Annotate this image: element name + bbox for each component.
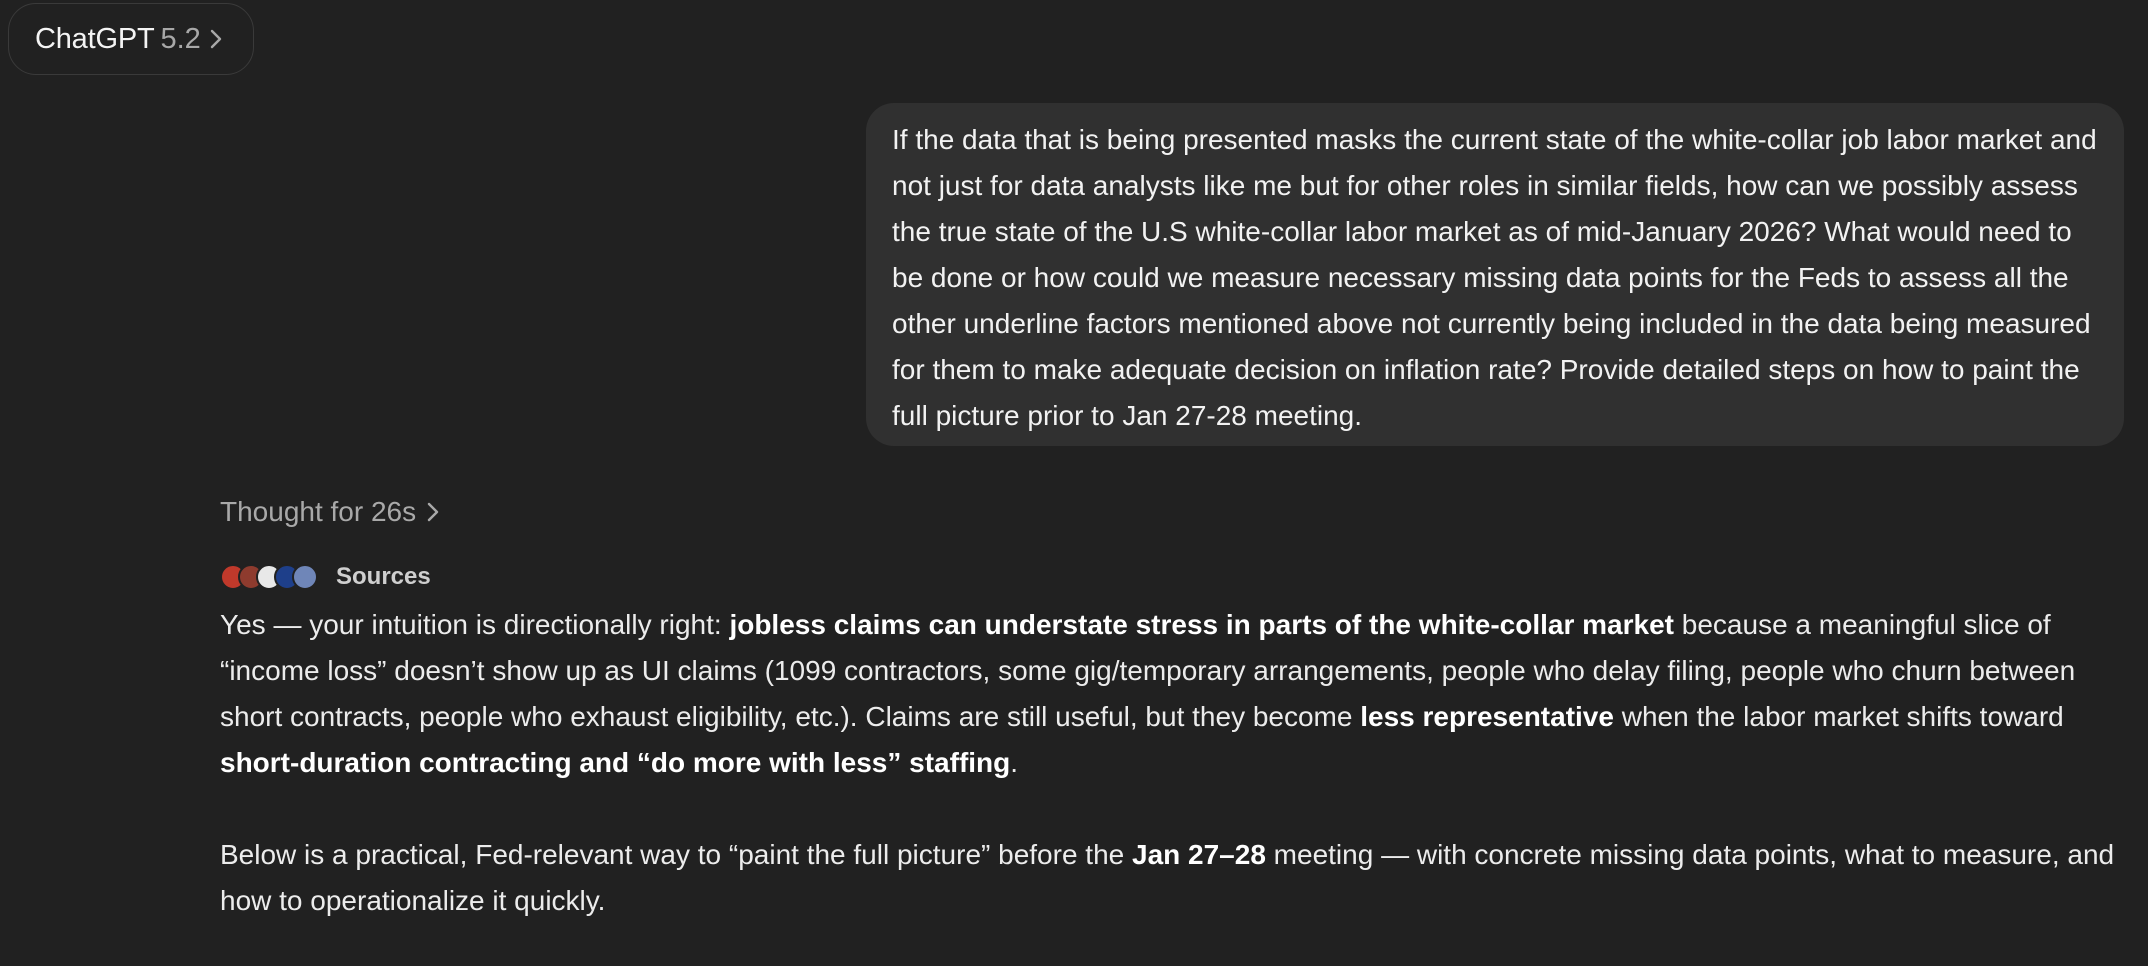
model-switcher-button[interactable]: ChatGPT 5.2 [8,3,254,75]
user-message-text: If the data that is being presented mask… [892,124,2097,431]
thought-toggle[interactable]: Thought for 26s [220,496,440,528]
sources-button[interactable]: Sources [220,562,431,592]
model-version: 5.2 [160,22,201,55]
text-run: Yes — your intuition is directionally ri… [220,609,730,640]
source-favicon-5-icon [292,564,318,590]
text-run: Below is a practical, Fed-relevant way t… [220,839,1132,870]
chevron-right-icon [209,28,223,50]
sources-label: Sources [336,563,431,590]
bold-run: less representative [1360,701,1614,732]
thought-label: Thought for 26s [220,496,417,527]
chevron-right-icon [426,501,440,523]
response-paragraph-1: Yes — your intuition is directionally ri… [220,602,2120,786]
response-paragraph-2: Below is a practical, Fed-relevant way t… [220,832,2120,924]
bold-run: jobless claims can understate stress in … [729,609,1674,640]
text-run: when the labor market shifts toward [1613,701,2064,732]
source-favicons [220,562,318,592]
bold-run: short-duration contracting and “do more … [220,747,1011,778]
assistant-response: Yes — your intuition is directionally ri… [220,602,2120,924]
user-message-bubble: If the data that is being presented mask… [866,103,2124,446]
model-name: ChatGPT [35,22,155,55]
text-run: . [1010,747,1019,778]
bold-run: Jan 27–28 [1132,839,1266,870]
